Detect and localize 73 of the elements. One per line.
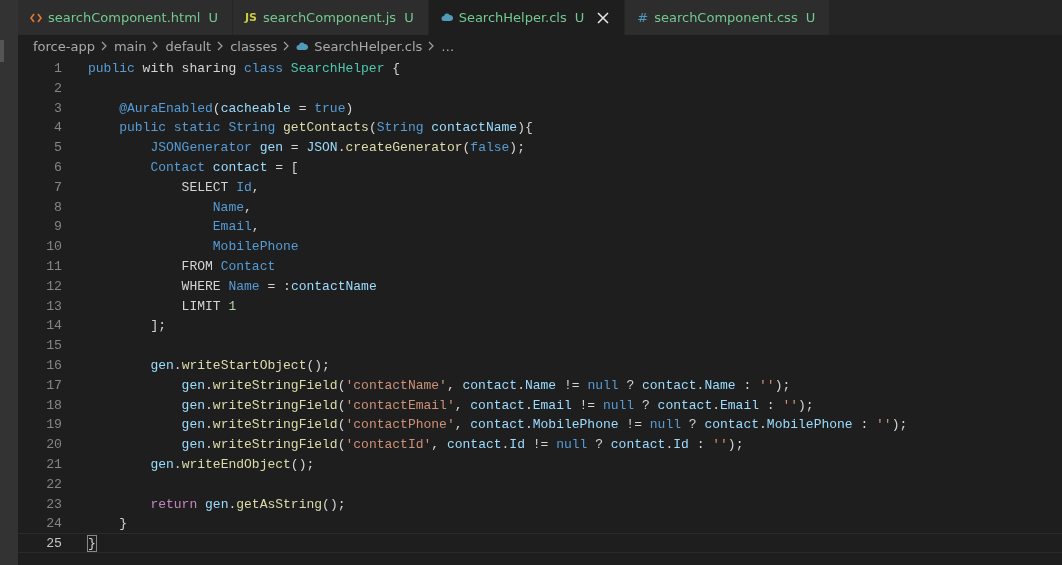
code-line: WHERE Name = :contactName	[180, 277, 377, 295]
editor-tab[interactable]: searchComponent.html U	[18, 0, 233, 35]
hash-icon: #	[637, 10, 649, 25]
code-line: FROM Contact	[180, 257, 276, 275]
breadcrumb-item[interactable]: default	[165, 38, 212, 54]
code-line: }	[118, 515, 127, 533]
breadcrumb-item[interactable]: SearchHelper.cls	[314, 38, 423, 54]
line-number: 21	[45, 455, 62, 473]
line-number: 13	[45, 297, 62, 315]
line-number: 5	[53, 139, 62, 156]
code-line: gen.writeStringField('contactEmail', contact.Email != null ? contact.Email : '');	[180, 396, 814, 414]
code-line: ];	[149, 317, 166, 335]
breadcrumb-item[interactable]: force-app	[33, 38, 95, 54]
code-line: @AuraEnabled(cacheable = true)	[118, 99, 354, 117]
line-number: 8	[53, 198, 62, 216]
status-label: U	[208, 10, 218, 25]
line-number: 3	[53, 99, 62, 117]
line-number: 7	[53, 178, 62, 196]
line-number: 6	[53, 159, 62, 176]
breadcrumb-item[interactable]: main	[113, 38, 147, 54]
code-line: MobilePhone	[211, 238, 299, 255]
line-number: 25	[45, 535, 62, 552]
code-line: gen.writeEndObject();	[149, 455, 315, 473]
line-number: 19	[45, 416, 62, 434]
line-number: 17	[45, 376, 62, 394]
line-number: 24	[45, 515, 62, 533]
code-line: Email,	[211, 218, 260, 236]
code-line: gen.writeStringField('contactName', contact.Name != null ? contact.Name : '');	[180, 376, 791, 394]
status-label: U	[805, 10, 816, 25]
chevron-right-icon	[428, 41, 436, 51]
chevron-right-icon	[100, 41, 108, 51]
code-line: gen.writeStartObject();	[149, 356, 330, 374]
code-line: public with sharing class SearchHelper {	[88, 60, 401, 77]
line-number: 12	[45, 277, 62, 295]
line-number: 22	[45, 475, 62, 493]
code-line: gen.writeStringField('contactId', contact.Id != null ? contact.Id : '');	[180, 436, 744, 453]
code-line: }	[88, 535, 96, 552]
js-file-icon: JS	[244, 11, 257, 24]
line-number: 18	[45, 396, 62, 414]
line-number: 9	[53, 218, 62, 236]
cloud-icon	[296, 41, 309, 51]
editor-tab[interactable]: # searchComponent.css U	[625, 0, 831, 35]
line-number: 16	[45, 356, 62, 374]
code-line: SELECT Id,	[180, 178, 260, 196]
line-number: 10	[45, 238, 62, 255]
line-number: 14	[45, 317, 62, 335]
chevron-right-icon	[217, 41, 225, 51]
line-number: 11	[45, 257, 62, 275]
line-number: 20	[45, 436, 62, 453]
code-line: Contact contact = [	[149, 159, 299, 176]
line-number: 2	[53, 79, 62, 97]
breadcrumb-more[interactable]: …	[441, 38, 455, 54]
code-brackets-icon	[30, 12, 42, 23]
breadcrumb-item[interactable]: classes	[230, 38, 278, 54]
activity-bar-marker	[0, 40, 4, 62]
close-icon[interactable]	[596, 10, 611, 25]
code-line: LIMIT 1	[180, 297, 237, 315]
status-label: U	[404, 10, 414, 25]
code-line: JSONGenerator gen = JSON.createGenerator(false);	[149, 139, 525, 156]
editor-tab[interactable]: JS searchComponent.js U	[232, 0, 429, 35]
chevron-right-icon	[152, 41, 160, 51]
editor-tab[interactable]: SearchHelper.cls U	[428, 0, 626, 35]
line-number: 1	[53, 60, 62, 77]
code-line: gen.writeStringField('contactPhone', contact.MobilePhone != null ? contact.MobilePhone : '');	[180, 416, 908, 434]
code-line: return gen.getAsString();	[149, 495, 346, 513]
line-number: 4	[53, 119, 62, 137]
cloud-icon	[440, 13, 453, 22]
chevron-right-icon	[283, 41, 291, 51]
code-line: Name,	[211, 198, 252, 216]
code-line: public static String getContacts(String contactName){	[118, 119, 533, 137]
line-number: 23	[45, 495, 62, 513]
status-label: U	[574, 10, 585, 25]
line-number: 15	[45, 337, 62, 354]
